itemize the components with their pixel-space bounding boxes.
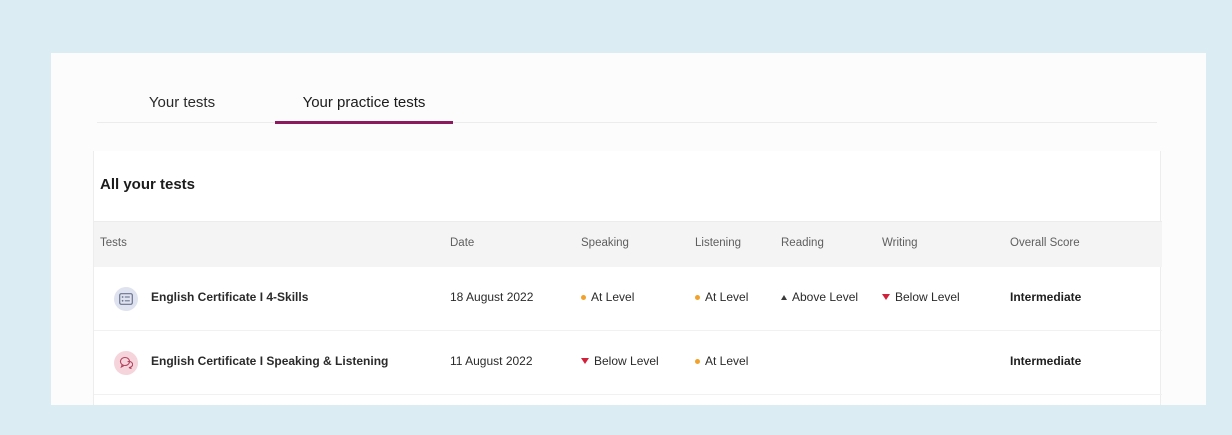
column-header-tests: Tests: [100, 237, 127, 249]
listening-status: At Level: [695, 354, 748, 368]
tab-your-tests-label: Your tests: [148, 94, 216, 111]
listening-status: At Level: [695, 290, 748, 304]
column-header-date: Date: [450, 237, 475, 249]
tab-your-tests[interactable]: Your tests: [97, 89, 267, 123]
table-header: Tests Date Speaking Listening Reading Wr…: [94, 221, 1162, 267]
tests-card: Your tests Your practice tests All your …: [51, 53, 1206, 405]
writing-status-label: Below Level: [895, 290, 960, 304]
reading-status-label: Above Level: [792, 290, 859, 304]
below-level-arrow-icon: [882, 294, 890, 300]
table-row[interactable]: English Certificate I 4-Skills 18 August…: [94, 267, 1162, 331]
column-header-speaking: Speaking: [581, 237, 629, 249]
writing-status: Below Level: [882, 290, 960, 304]
document-list-icon: [114, 287, 138, 311]
tab-your-practice-tests-label: Your practice tests: [302, 94, 426, 111]
at-level-dot-icon: [581, 294, 586, 300]
test-date: 18 August 2022: [450, 290, 534, 304]
test-name[interactable]: English Certificate I 4-Skills: [151, 290, 308, 304]
panel-title: All your tests: [100, 176, 196, 193]
column-header-overall-score: Overall Score: [1010, 237, 1080, 249]
tab-bar: Your tests Your practice tests: [97, 89, 1157, 124]
all-tests-panel: All your tests Tests Date Speaking Liste…: [93, 151, 1162, 405]
below-level-arrow-icon: [581, 358, 589, 364]
table-row[interactable]: English Certificate I Speaking & Listeni…: [94, 331, 1162, 395]
speaking-status: Below Level: [581, 354, 659, 368]
speaking-status-label: Below Level: [594, 354, 659, 368]
listening-status-label: At Level: [705, 290, 749, 304]
active-tab-indicator: [275, 121, 453, 124]
listening-status-label: At Level: [705, 354, 749, 368]
test-date: 11 August 2022: [450, 354, 533, 368]
speaking-status: At Level: [581, 290, 634, 304]
above-level-arrow-icon: [781, 294, 787, 300]
speech-bubbles-icon: [114, 351, 138, 375]
column-header-listening: Listening: [695, 237, 742, 249]
overall-score: Intermediate: [1010, 354, 1082, 368]
column-header-reading: Reading: [781, 237, 824, 249]
test-name[interactable]: English Certificate I Speaking & Listeni…: [151, 354, 388, 368]
overall-score: Intermediate: [1010, 290, 1082, 304]
tab-your-practice-tests[interactable]: Your practice tests: [275, 89, 453, 124]
at-level-dot-icon: [695, 294, 700, 300]
at-level-dot-icon: [695, 358, 700, 364]
reading-status: Above Level: [781, 290, 858, 304]
column-header-writing: Writing: [882, 237, 918, 249]
speaking-status-label: At Level: [591, 290, 635, 304]
